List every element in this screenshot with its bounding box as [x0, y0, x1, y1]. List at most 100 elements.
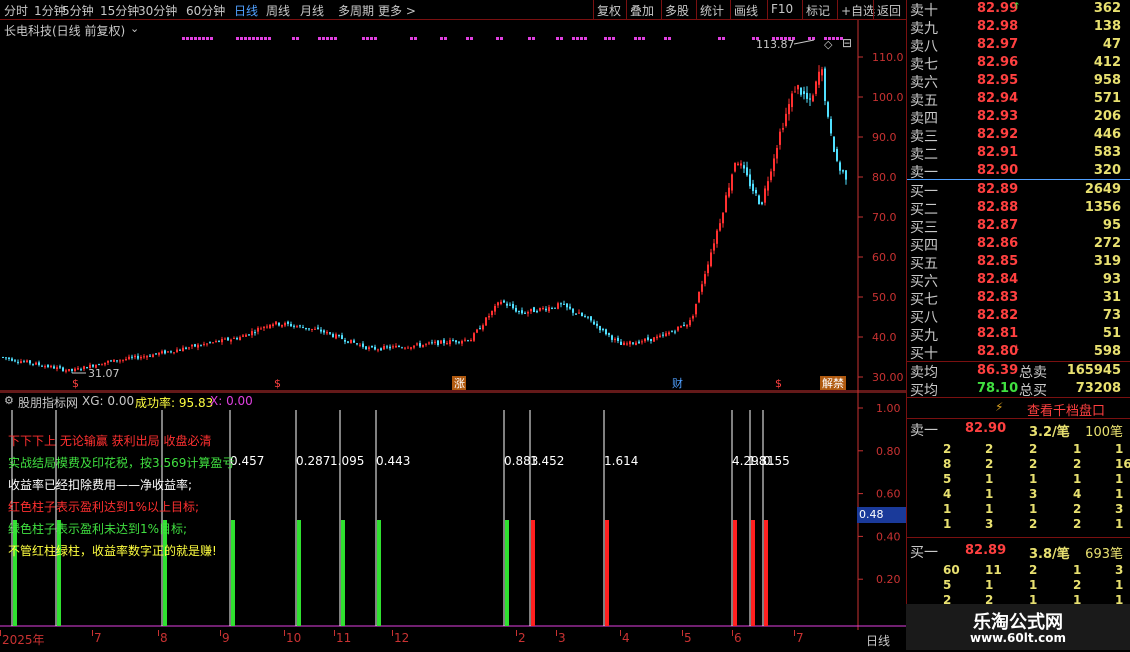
buy-row-8[interactable]: 买八 82.82 73	[907, 307, 1130, 326]
candle-body	[725, 195, 727, 213]
period-tab-10[interactable]: 更多 >	[378, 2, 416, 19]
buy-row-7[interactable]: 买七 82.83 31	[907, 289, 1130, 308]
event-marker[interactable]: 财	[672, 376, 683, 390]
candle-body	[638, 341, 640, 344]
chevron-down-icon[interactable]: ⌄	[130, 22, 139, 35]
panel-toggle-icon[interactable]: ⊟	[842, 36, 852, 50]
candlestick-chart[interactable]: 110.0 100.0 90.0 80.0 70.0 60.0 50.0 40.0 30.00 1…	[0, 20, 906, 392]
sell1-detail-label: 卖一	[910, 423, 938, 439]
sell-volume: 362	[1093, 1, 1121, 16]
candle-body	[779, 131, 781, 145]
sell-row-5[interactable]: 卖五 82.94 571	[907, 90, 1130, 109]
sell-row-6[interactable]: 卖六 82.95 958	[907, 72, 1130, 91]
toolbar-button-4[interactable]: 画线	[734, 2, 758, 19]
candle-body	[395, 345, 397, 348]
order-queue-cell: 2	[985, 457, 994, 471]
sell-level-label: 卖九	[910, 21, 938, 37]
buy-volume: 51	[1102, 326, 1121, 341]
period-tab-7[interactable]: 周线	[266, 2, 290, 19]
period-tab-1[interactable]: 1分钟	[34, 2, 66, 19]
divider	[907, 397, 1130, 398]
period-tab-2[interactable]: 5分钟	[62, 2, 94, 19]
event-marker[interactable]: $	[72, 377, 79, 390]
candle-body	[479, 328, 481, 330]
candle-body	[332, 334, 334, 338]
sell-row-1[interactable]: 卖一 82.90 320	[907, 162, 1130, 181]
period-tab-4[interactable]: 30分钟	[138, 2, 177, 19]
sell-price: 82.96	[977, 55, 1019, 70]
candle-body	[290, 324, 292, 327]
order-queue-cell: 5	[943, 578, 952, 592]
buy-price: 82.86	[977, 236, 1019, 251]
order-queue-cell: 3	[985, 517, 994, 531]
buy-row-9[interactable]: 买九 82.81 51	[907, 325, 1130, 344]
candle-body	[119, 360, 121, 362]
order-queue-cell: 1	[1115, 472, 1124, 486]
period-tab-9[interactable]: 多周期	[338, 2, 374, 19]
indicator-chart[interactable]: 1.00 0.80 0.60 0.40 0.20 0.457 0.287 1.095 0.443…	[0, 391, 908, 630]
candle-body	[677, 326, 679, 331]
sell-row-8[interactable]: 卖八 82.97 47	[907, 36, 1130, 55]
toolbar-button-5[interactable]: F10	[771, 2, 793, 16]
toolbar-separator	[802, 0, 803, 19]
event-marker[interactable]: 解禁	[820, 376, 846, 390]
sell-level-label: 卖十	[910, 3, 938, 19]
period-tab-3[interactable]: 15分钟	[100, 2, 139, 19]
period-tab-8[interactable]: 月线	[300, 2, 324, 19]
candle-body	[74, 368, 76, 372]
candle-body	[719, 223, 721, 231]
toolbar-button-6[interactable]: 标记	[806, 2, 830, 19]
buy-level-label: 买一	[910, 184, 938, 200]
sell-row-2[interactable]: 卖二 82.91 583	[907, 144, 1130, 163]
candle-body	[50, 365, 52, 368]
candle-body	[743, 165, 745, 169]
sell-price: 82.93	[977, 109, 1019, 124]
indicator-y-tick: 1.00	[876, 402, 901, 415]
toolbar-separator	[696, 0, 697, 19]
candle-body	[317, 327, 319, 330]
toolbar-button-1[interactable]: 叠加	[630, 2, 654, 19]
buy-row-2[interactable]: 买二 82.88 1356	[907, 199, 1130, 218]
candle-body	[728, 187, 730, 197]
event-marker[interactable]: 涨	[452, 376, 466, 390]
sell-row-7[interactable]: 卖七 82.96 412	[907, 54, 1130, 73]
toolbar-button-2[interactable]: 多股	[665, 2, 689, 19]
divider	[907, 537, 1130, 538]
sell-row-9[interactable]: 卖九 82.98 138	[907, 18, 1130, 37]
x-axis-label: 10	[286, 631, 302, 645]
toolbar-button-3[interactable]: 统计	[700, 2, 724, 19]
x-tick	[334, 630, 335, 636]
period-tab-6[interactable]: 日线	[234, 2, 258, 19]
candle-body	[545, 308, 547, 311]
signal-bar	[764, 520, 768, 626]
candle-body	[80, 369, 82, 371]
high-price-label: 113.87	[756, 38, 795, 51]
buy-price: 82.88	[977, 200, 1019, 215]
event-marker[interactable]: $	[274, 377, 281, 390]
buy-row-3[interactable]: 买三 82.87 95	[907, 217, 1130, 236]
order-queue-cell: 4	[1073, 487, 1082, 501]
buy-row-4[interactable]: 买四 82.86 272	[907, 235, 1130, 254]
buy-row-1[interactable]: 买一 82.89 2649	[907, 181, 1130, 200]
buy-row-6[interactable]: 买六 82.84 93	[907, 271, 1130, 290]
event-marker[interactable]: $	[775, 377, 782, 390]
sell-row-3[interactable]: 卖三 82.92 446	[907, 126, 1130, 145]
toolbar-button-8[interactable]: 返回	[877, 2, 901, 19]
indicator-y-tick: 0.20	[876, 573, 901, 586]
candle-body	[653, 337, 655, 342]
buy-row-5[interactable]: 买五 82.85 319	[907, 253, 1130, 272]
candle-body	[272, 324, 274, 327]
candle-body	[116, 360, 118, 362]
candle-body	[542, 307, 544, 309]
period-tab-0[interactable]: 分时	[4, 2, 28, 19]
diamond-icon[interactable]: ◇	[824, 38, 832, 51]
order-queue-cell: 1	[943, 517, 952, 531]
period-tab-5[interactable]: 60分钟	[186, 2, 225, 19]
toolbar-button-0[interactable]: 复权	[597, 2, 621, 19]
view-depth-button[interactable]: 查看千档盘口	[1027, 400, 1105, 419]
candle-body	[797, 85, 799, 90]
toolbar-button-7[interactable]: +自选	[841, 2, 875, 19]
period-label[interactable]: 日线	[866, 632, 890, 649]
sell-row-4[interactable]: 卖四 82.93 206	[907, 108, 1130, 127]
candle-body	[845, 170, 847, 180]
